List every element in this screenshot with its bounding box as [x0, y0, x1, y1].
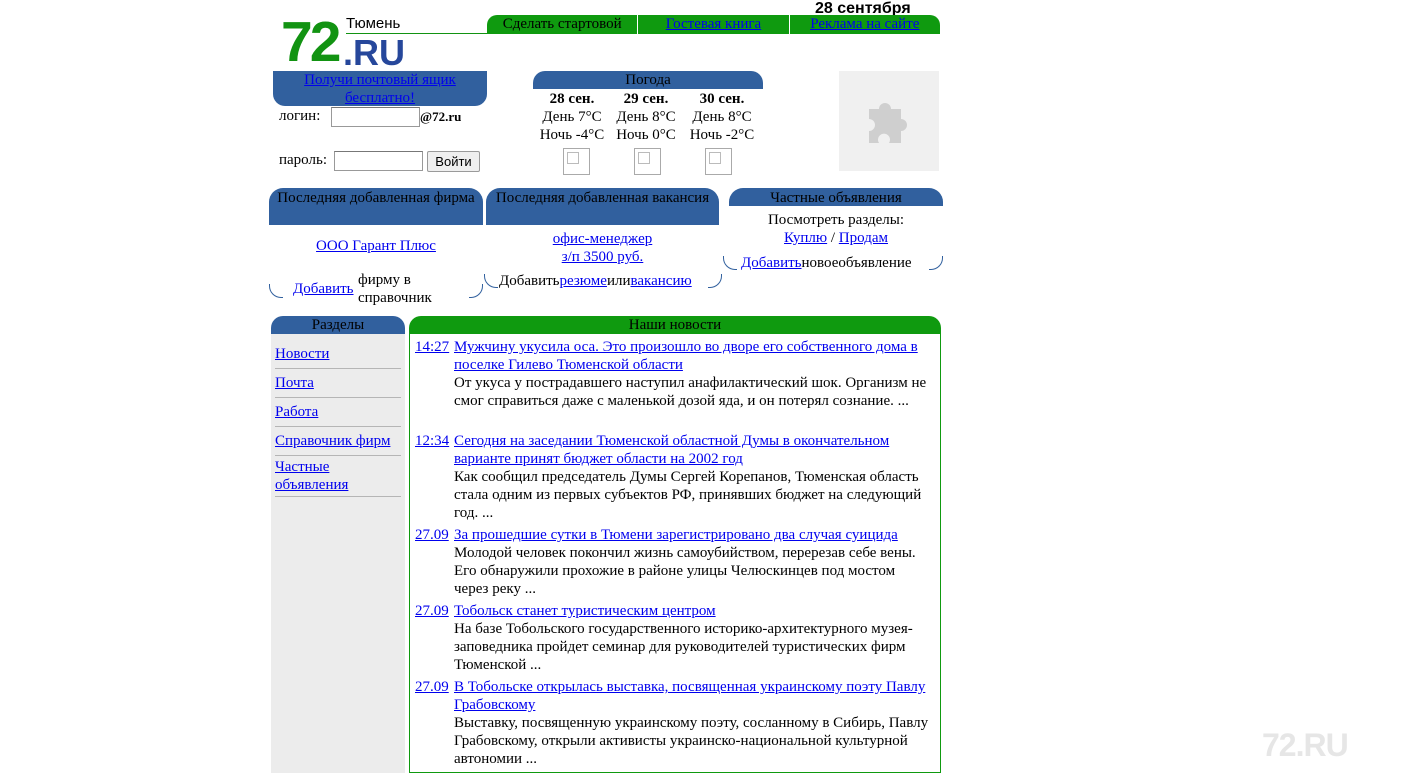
firm-box-header: Последняя добавленная фирма [269, 188, 483, 225]
puzzle-icon [869, 103, 907, 143]
news-summary: Молодой человек покончил жизнь самоубийс… [454, 545, 916, 597]
header-divider [346, 33, 488, 34]
mail-promo-line2: бесплатно! [345, 90, 415, 106]
sections-header: Разделы [271, 316, 405, 334]
weather-day-temp: День 8°C [692, 109, 752, 125]
news-summary: На базе Тобольского государственного ист… [454, 621, 913, 673]
news-summary: Как сообщил председатель Думы Сергей Кор… [454, 469, 922, 521]
add-resume-link[interactable]: резюме [560, 273, 607, 289]
latest-firm-link[interactable]: ООО Гарант Плюс [316, 238, 436, 254]
news-time-link[interactable]: 14:27 [415, 338, 449, 356]
news-headline-link[interactable]: Мужчину укусила оса. Это произошло во дв… [454, 339, 918, 373]
weather-day-1: 28 сен. День 7°C Ночь -4°C [534, 90, 610, 144]
sell-link[interactable]: Продам [839, 230, 888, 246]
sidebar-item-jobs: Работа [275, 403, 401, 427]
weather-header: Погода [533, 71, 763, 89]
weather-broken-image-icon [634, 148, 661, 175]
weather-day-temp: День 8°C [616, 109, 676, 125]
logo-number: 72 [281, 10, 341, 74]
mail-promo-header: Получи почтовый ящик бесплатно! [273, 71, 487, 106]
news-time-link[interactable]: 12:34 [415, 432, 449, 450]
box-corner [929, 256, 943, 270]
weather-date: 28 сен. [549, 91, 595, 107]
news-time-link[interactable]: 27.09 [415, 526, 449, 544]
login-label: логин: [279, 108, 321, 124]
sidebar-item-mail: Почта [275, 374, 401, 398]
box-corner [484, 274, 498, 288]
news-summary: От укуса у пострадавшего наступил анафил… [454, 375, 927, 409]
add-ad-line: Добавитьновоеобъявление [741, 254, 912, 272]
weather-broken-image-icon [705, 148, 732, 175]
top-nav: Сделать стартовой Гостевая книга Реклама… [487, 15, 940, 34]
add-ad-text: объявление [838, 255, 912, 271]
news-headline-link[interactable]: Сегодня на заседании Тюменской областной… [454, 433, 889, 467]
sidebar-link-jobs[interactable]: Работа [275, 404, 318, 420]
weather-date: 29 сен. [623, 91, 669, 107]
mail-domain: @72.ru [420, 109, 462, 124]
weather-broken-image-icon [563, 148, 590, 175]
sidebar-link-mail[interactable]: Почта [275, 375, 314, 391]
news-headline-link[interactable]: За прошедшие сутки в Тюмени зарегистриро… [454, 527, 898, 543]
weather-date: 30 сен. [699, 91, 745, 107]
weather-day-2: 29 сен. День 8°C Ночь 0°C [608, 90, 684, 144]
latest-vacancy-salary-link[interactable]: з/п 3500 руб. [562, 249, 644, 265]
plugin-placeholder [839, 71, 939, 171]
sidebar-link-firms[interactable]: Справочник фирм [275, 433, 390, 449]
weather-night-temp: Ночь -4°C [539, 127, 605, 143]
sidebar-link-news[interactable]: Новости [275, 346, 329, 362]
make-homepage-button[interactable]: Сделать стартовой [487, 15, 637, 34]
news-time-link[interactable]: 27.09 [415, 602, 449, 620]
sidebar-item-ads: Частные объявления [275, 458, 401, 497]
weather-night-temp: Ночь -2°C [689, 127, 755, 143]
weather-day-3: 30 сен. День 8°C Ночь -2°C [684, 90, 760, 144]
mail-promo-link[interactable]: Получи почтовый ящик бесплатно! [304, 72, 456, 106]
login-input[interactable] [331, 107, 420, 127]
add-resume-vacancy-line: Добавитьрезюмеиливакансию [499, 272, 692, 290]
city-name: Тюмень [346, 15, 401, 32]
guestbook-link[interactable]: Гостевая книга [666, 16, 761, 32]
add-prefix-text: Добавить [499, 273, 560, 289]
buy-link[interactable]: Куплю [784, 230, 827, 246]
ads-box-header: Частные объявления [729, 188, 943, 206]
login-button[interactable]: Войти [427, 151, 480, 172]
weather-day-temp: День 7°C [542, 109, 602, 125]
news-headline-link[interactable]: Тобольск станет туристическим центром [454, 603, 716, 619]
advertising-link[interactable]: Реклама на сайте [810, 16, 919, 32]
add-ad-link[interactable]: Добавить [741, 255, 802, 271]
logo-domain: .RU [343, 32, 405, 73]
box-corner [723, 256, 737, 270]
box-corner [469, 284, 483, 298]
box-corner [708, 274, 722, 288]
sidebar-link-ads[interactable]: Частные объявления [275, 459, 348, 493]
box-corner [269, 284, 283, 298]
vacancy-box-header: Последняя добавленная вакансия [486, 188, 719, 225]
sections-sidebar [271, 334, 405, 773]
latest-vacancy-link[interactable]: офис-менеджер [553, 231, 653, 247]
or-text: или [606, 273, 631, 289]
watermark-logo: 72.RU [1262, 727, 1349, 763]
weather-night-temp: Ночь 0°C [616, 127, 676, 143]
add-ad-text: новое [801, 255, 839, 271]
news-time-link[interactable]: 27.09 [415, 678, 449, 696]
password-input[interactable] [334, 151, 423, 171]
news-headline-link[interactable]: В Тобольске открылась выставка, посвящен… [454, 679, 925, 713]
browse-sections-text: Посмотреть разделы: [767, 212, 905, 228]
news-summary: Выставку, посвященную украинскому поэту,… [454, 715, 929, 767]
add-firm-text: фирму в справочник [358, 272, 432, 306]
mail-promo-line1: Получи почтовый ящик [304, 72, 456, 88]
password-label: пароль: [279, 152, 327, 168]
sidebar-item-firms: Справочник фирм [275, 432, 401, 456]
news-header: Наши новости [409, 316, 941, 334]
separator: / [830, 230, 836, 246]
sidebar-item-news: Новости [275, 345, 401, 369]
add-vacancy-link[interactable]: вакансию [631, 273, 692, 289]
add-firm-link[interactable]: Добавить [293, 281, 354, 298]
